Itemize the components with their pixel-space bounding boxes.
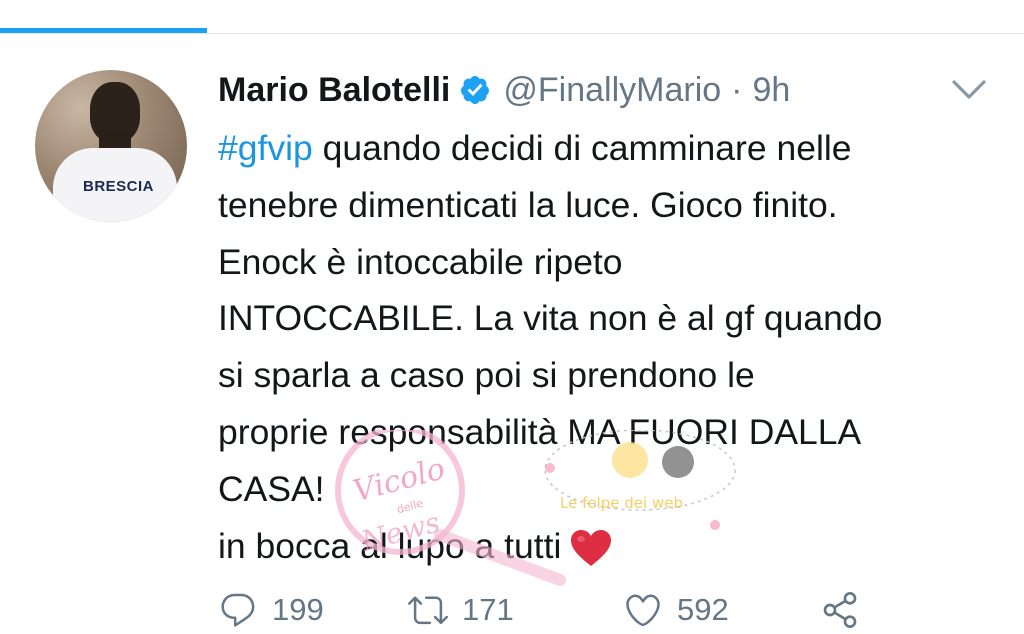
display-name[interactable]: Mario Balotelli xyxy=(218,71,450,110)
avatar-shirt-text: BRESCIA xyxy=(83,178,155,195)
tweet-line: si sparla a caso poi si prendono le xyxy=(218,355,755,396)
red-heart-emoji-icon xyxy=(571,530,612,567)
tweet-line: CASA! xyxy=(218,468,325,509)
tweet-actions: 199 171 592 xyxy=(218,590,1018,634)
tweet-line-text: quando decidi di camminare nelle xyxy=(312,128,852,168)
hashtag-link[interactable]: #gfvip xyxy=(218,128,313,168)
tweet-line-text: in bocca al lupo a tutti xyxy=(218,525,562,566)
like-action[interactable]: 592 xyxy=(623,590,729,630)
tweet-line: in bocca al lupo a tutti xyxy=(218,518,1008,575)
verified-badge-icon xyxy=(461,76,490,104)
share-icon[interactable] xyxy=(820,590,860,630)
tweet-line: INTOCCABILE. La vita non è al gf quando xyxy=(218,298,883,339)
chevron-down-icon[interactable] xyxy=(950,76,988,104)
avatar[interactable]: BRESCIA xyxy=(35,70,187,222)
tweet-line: #gfvip quando decidi di camminare nelle xyxy=(218,120,1008,177)
user-handle[interactable]: @FinallyMario xyxy=(503,71,721,110)
tweet-line: proprie responsabilità MA FUORI DALLA xyxy=(218,411,862,452)
tweet-timestamp[interactable]: 9h xyxy=(752,71,790,110)
reply-action[interactable]: 199 xyxy=(218,590,324,630)
reply-count: 199 xyxy=(272,592,324,627)
separator-dot: · xyxy=(731,70,743,109)
tweet-header: Mario Balotelli @FinallyMario · 9h xyxy=(218,68,790,112)
reply-icon[interactable] xyxy=(218,590,258,630)
tweet-line: tenebre dimenticati la luce. Gioco finit… xyxy=(218,184,838,225)
retweet-action[interactable]: 171 xyxy=(408,590,514,630)
retweet-icon[interactable] xyxy=(408,590,448,630)
retweet-count: 171 xyxy=(462,592,514,627)
like-count: 592 xyxy=(677,592,729,627)
share-action[interactable] xyxy=(820,590,860,630)
tweet-line: Enock è intoccabile ripeto xyxy=(218,241,623,282)
heart-icon[interactable] xyxy=(623,590,663,630)
header-divider xyxy=(0,33,1024,34)
tweet-body: #gfvip quando decidi di camminare nelle … xyxy=(218,120,1008,574)
